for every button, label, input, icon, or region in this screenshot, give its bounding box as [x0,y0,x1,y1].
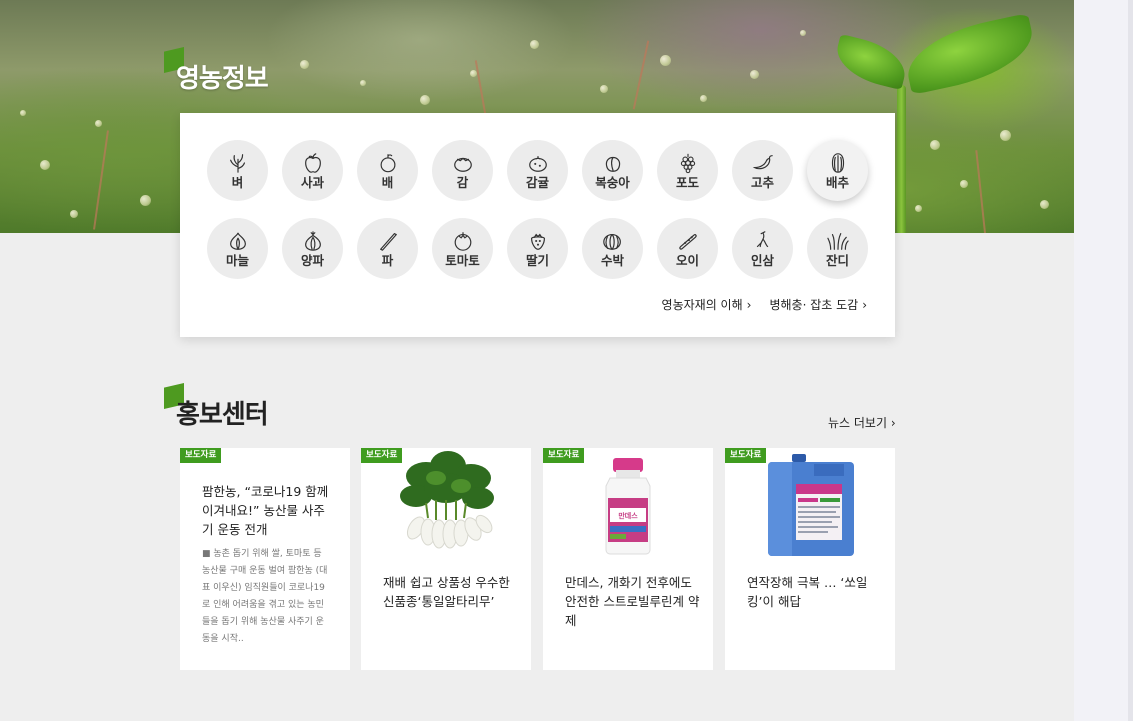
crop-label: 파 [381,252,394,268]
grape-icon [680,153,695,173]
crop-label: 벼 [231,174,244,190]
persimmon-icon [453,157,472,172]
crop-label: 고추 [750,174,774,190]
news-card-title: 재배 쉽고 상품성 우수한 신품종‘통일알타리무’ [383,575,510,609]
crop-grape[interactable]: 포도 [657,140,718,201]
crop-panel: 벼 사과 배 감 감귤 복숭아 포도 고추 배추 마늘 양파 파 토마토 딸기 … [180,113,895,337]
news-card[interactable]: 보도자료 연작장해 극복 … ‘쏘일킹’이 해답 [725,448,895,670]
section-title-farming-info: 영농정보 [176,64,269,94]
news-card[interactable]: 만데스 보도자료 만데스, 개화기 전후에도 안전한 스트로빌루린계 약제 [543,448,713,670]
crop-label: 오이 [675,252,699,268]
news-more-link[interactable]: 뉴스 더보기 › [828,414,896,431]
crop-pepper[interactable]: 고추 [732,140,793,201]
grass-icon [826,232,849,250]
scallion-icon [379,232,397,251]
news-card-summary: ■ 농촌 돕기 위해 쌀, 토마토 등 농산물 구매 운동 벌여 팜한농 (대표… [202,549,328,644]
watermelon-icon [602,233,621,250]
sprout-leaf [900,13,1040,95]
crop-label: 포도 [675,174,699,190]
blue-jerrycan-image [768,454,854,556]
peach-icon [605,156,620,172]
tangerine-icon [528,155,547,172]
news-card-title: 연작장해 극복 … ‘쏘일킹’이 해답 [747,575,868,609]
ginseng-icon [756,230,768,247]
cucumber-icon [678,233,697,250]
crop-rice[interactable]: 벼 [207,140,268,201]
crop-ginseng[interactable]: 인삼 [732,218,793,279]
crop-garlic[interactable]: 마늘 [207,218,268,279]
onion-icon [304,230,321,251]
crop-tomato[interactable]: 토마토 [432,218,493,279]
pepper-icon [752,154,773,170]
crop-label: 딸기 [525,252,549,268]
crop-apple[interactable]: 사과 [282,140,343,201]
tomato-icon [454,231,471,251]
crop-label: 배추 [825,174,849,190]
crop-grid: 벼 사과 배 감 감귤 복숭아 포도 고추 배추 마늘 양파 파 토마토 딸기 … [207,140,869,279]
chevron-right-icon: › [746,298,752,312]
crop-cabbage[interactable]: 배추 [807,140,868,201]
crop-strawberry[interactable]: 딸기 [507,218,568,279]
chevron-right-icon: › [862,298,867,312]
panel-links: 영농자재의 이해 › 병해충· 잡초 도감 › [662,296,867,313]
sprout-image [897,85,906,233]
crop-label: 수박 [600,252,624,268]
crop-grass[interactable]: 잔디 [807,218,868,279]
crop-label: 토마토 [445,252,480,268]
section-title-promo-center: 홍보센터 [176,400,269,430]
crop-label: 잔디 [825,252,849,268]
crop-onion[interactable]: 양파 [282,218,343,279]
news-card-title: 만데스, 개화기 전후에도 안전한 스트로빌루린계 약제 [565,575,700,628]
crop-label: 배 [381,174,394,190]
crop-label: 인삼 [750,252,774,268]
crop-label: 사과 [300,174,324,190]
news-card[interactable]: 보도자료 재배 쉽고 상품성 우수한 신품종‘통일알타리무’ [361,448,531,670]
news-card-title: 팜한농, “코로나19 함께 이겨내요!” 농산물 사주기 운동 전개 [202,484,329,537]
strawberry-icon [530,233,545,250]
rice-icon [229,153,245,173]
crop-label: 양파 [300,252,324,268]
link-label: 병해충· 잡초 도감 [769,298,859,312]
crop-label: 복숭아 [595,174,630,190]
news-card[interactable]: 보도자료 팜한농, “코로나19 함께 이겨내요!” 농산물 사주기 운동 전개… [180,448,350,670]
radish-bunch-image [400,451,494,549]
crop-label: 마늘 [225,252,249,268]
right-margin [1074,0,1133,721]
link-label: 영농자재의 이해 [661,298,743,312]
crop-cucumber[interactable]: 오이 [657,218,718,279]
press-release-badge: 보도자료 [180,448,222,463]
crop-tangerine[interactable]: 감귤 [507,140,568,201]
link-materials[interactable]: 영농자재의 이해 › [662,296,752,313]
press-release-badge: 보도자료 [361,448,403,463]
crop-persimmon[interactable]: 감 [432,140,493,201]
pear-icon [380,153,395,173]
crop-scallion[interactable]: 파 [357,218,418,279]
apple-icon [304,152,321,173]
cabbage-icon [831,152,844,173]
press-release-badge: 보도자료 [543,448,585,463]
link-pest-guide[interactable]: 병해충· 잡초 도감 › [769,296,867,313]
crop-label: 감 [456,174,469,190]
crop-watermelon[interactable]: 수박 [582,218,643,279]
pesticide-bottle-image: 만데스 [605,458,651,555]
press-release-badge: 보도자료 [725,448,767,463]
sprout-leaf [831,33,911,91]
product-label: 만데스 [618,511,638,520]
crop-label: 감귤 [525,174,549,190]
garlic-icon [229,232,246,250]
scrollbar-track[interactable] [1128,0,1133,721]
crop-pear[interactable]: 배 [357,140,418,201]
crop-peach[interactable]: 복숭아 [582,140,643,201]
